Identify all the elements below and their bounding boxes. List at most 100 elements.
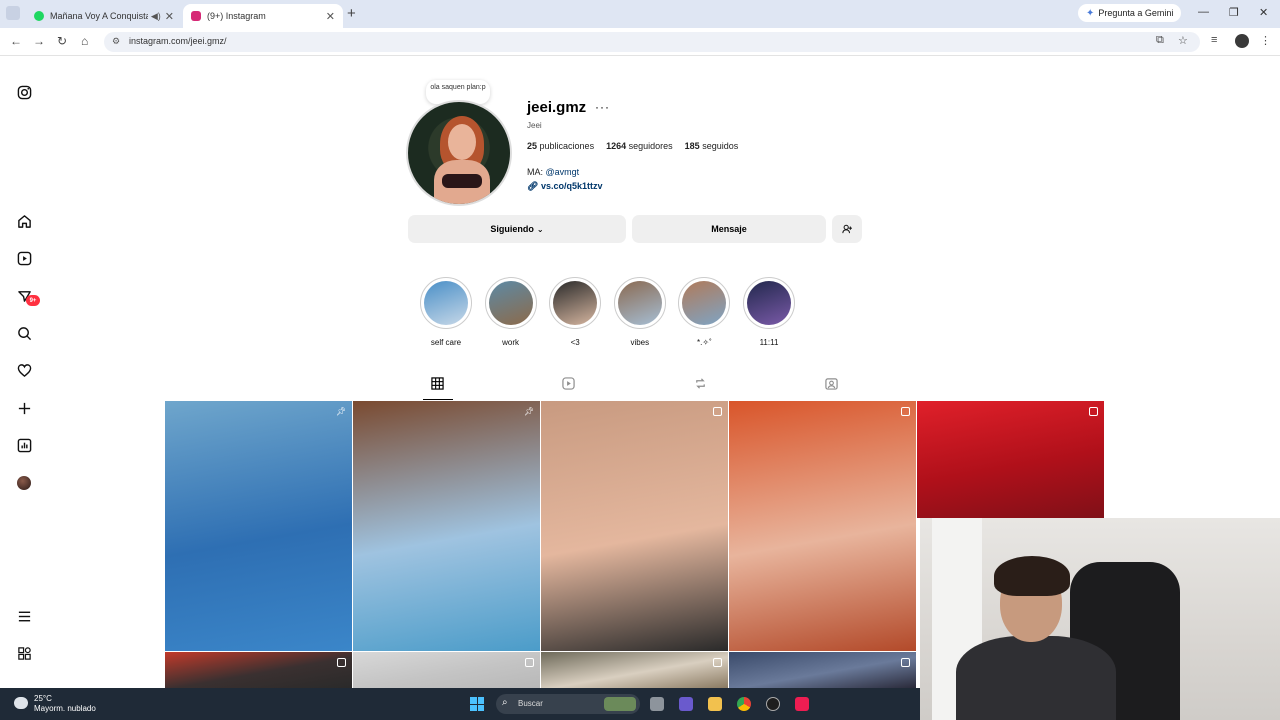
story-highlight[interactable]: 11:11 <box>743 277 795 347</box>
tiktok-icon[interactable] <box>795 697 809 711</box>
bio-mention-link[interactable]: @avmgt <box>546 167 580 177</box>
post-thumbnail[interactable]: 📌︎ <box>165 401 352 651</box>
profile-picture[interactable] <box>406 100 512 206</box>
story-highlight[interactable]: vibes <box>613 277 666 347</box>
close-window-icon[interactable]: ✕ <box>1259 6 1268 19</box>
search-icon[interactable] <box>16 325 32 341</box>
omnibox[interactable]: ⚙ instagram.com/jeei.gmz/ <box>104 32 1200 52</box>
gemini-button[interactable]: ✦ Pregunta a Gemini <box>1078 4 1182 22</box>
highlight-cover-image <box>617 281 662 325</box>
reels-icon[interactable] <box>16 250 32 266</box>
home-icon[interactable]: ⌂ <box>81 34 88 48</box>
browser-tab-instagram[interactable]: (9+) Instagram ✕ <box>183 4 343 28</box>
speaker-icon[interactable]: ◀) <box>151 11 161 22</box>
story-highlight[interactable]: self care <box>420 277 472 347</box>
new-tab-button[interactable]: + <box>347 5 356 22</box>
windows-taskbar: 25°C Mayorm. nublado ⌕ Buscar <box>0 688 920 720</box>
following-stat[interactable]: 185 seguidos <box>685 141 739 151</box>
site-info-icon[interactable]: ⚙ <box>112 36 120 47</box>
address-bar: ← → ↻ ⌂ ⚙ instagram.com/jeei.gmz/ ⧉ ☆ ≡ … <box>0 28 1280 56</box>
restore-icon[interactable]: ❐ <box>1229 6 1239 19</box>
minimize-icon[interactable]: — <box>1198 6 1209 18</box>
instagram-logo-icon[interactable] <box>16 84 32 100</box>
following-button[interactable]: Siguiendo ⌄ <box>408 215 626 243</box>
chevron-down-icon: ⌄ <box>536 224 544 234</box>
carousel-post-icon <box>337 658 346 667</box>
post-thumbnail[interactable] <box>541 401 728 651</box>
story-highlight[interactable]: work <box>484 277 537 347</box>
story-highlight[interactable]: <3 <box>549 277 602 347</box>
highlight-label: work <box>502 338 520 347</box>
post-thumbnail[interactable] <box>729 401 916 651</box>
suggested-people-button[interactable] <box>832 215 862 243</box>
highlight-label: *.✧˚ <box>697 338 712 347</box>
notifications-badge: 9+ <box>26 295 40 306</box>
tab-reposts-icon[interactable] <box>694 377 707 393</box>
tab-search-icon[interactable] <box>6 6 20 20</box>
post-thumbnail[interactable]: 📌︎ <box>353 401 540 651</box>
forward-icon[interactable]: → <box>33 34 45 48</box>
story-highlight[interactable]: *.✧˚ <box>678 277 731 347</box>
following-count: 185 <box>684 141 700 151</box>
profile-avatar[interactable] <box>17 476 31 490</box>
tab-title: Mañana Voy A Conquistarla <box>50 11 148 21</box>
carousel-post-icon <box>713 407 722 416</box>
highlight-ring <box>549 277 602 329</box>
post-thumbnail[interactable] <box>541 652 728 688</box>
post-thumbnail[interactable] <box>917 401 1104 518</box>
highlight-ring <box>678 277 731 329</box>
taskbar-search[interactable]: ⌕ Buscar <box>496 694 640 714</box>
browser-menu-icon[interactable]: ⋮ <box>1260 34 1271 47</box>
teams-icon[interactable] <box>679 697 693 711</box>
bookmark-star-icon[interactable]: ☆ <box>1178 34 1188 47</box>
weather-widget[interactable]: 25°C Mayorm. nublado <box>34 694 96 714</box>
browser-profile-avatar[interactable] <box>1235 34 1249 48</box>
tab-tagged-icon[interactable] <box>825 377 838 393</box>
chrome-icon[interactable] <box>737 697 751 711</box>
tab-title: (9+) Instagram <box>207 11 266 21</box>
weather-temperature: 25°C <box>34 694 52 703</box>
post-thumbnail[interactable] <box>165 652 352 688</box>
bio-external-link[interactable]: 🔗︎ vs.co/q5k1ttzv <box>527 181 602 192</box>
reload-icon[interactable]: ↻ <box>57 34 67 48</box>
followers-stat[interactable]: 1264 seguidores <box>606 141 673 151</box>
heart-icon[interactable] <box>16 362 32 378</box>
install-app-icon[interactable]: ⧉ <box>1156 34 1164 47</box>
close-tab-icon[interactable]: ✕ <box>326 10 335 23</box>
pinned-post-icon: 📌︎ <box>524 407 535 416</box>
highlight-ring <box>743 277 795 329</box>
highlight-ring <box>484 277 537 329</box>
create-plus-icon[interactable] <box>16 400 32 416</box>
following-button-label: Siguiendo <box>490 224 534 234</box>
windows-start-icon[interactable] <box>470 697 484 711</box>
highlight-label: <3 <box>570 338 580 347</box>
close-tab-icon[interactable]: ✕ <box>165 10 174 23</box>
message-button[interactable]: Mensaje <box>632 215 826 243</box>
extensions-icon[interactable]: ≡ <box>1211 34 1217 46</box>
tab-posts-grid-icon[interactable] <box>431 377 444 393</box>
profile-picture-face <box>448 124 476 160</box>
post-thumbnail[interactable] <box>729 652 916 688</box>
browser-tab-music[interactable]: Mañana Voy A Conquistarla ◀) ✕ <box>26 4 182 28</box>
options-more-icon[interactable]: ··· <box>595 100 610 114</box>
following-label: seguidos <box>702 141 739 151</box>
post-thumbnail[interactable] <box>353 652 540 688</box>
menu-hamburger-icon[interactable] <box>16 608 32 624</box>
obs-icon[interactable] <box>766 697 780 711</box>
meta-apps-icon[interactable] <box>16 645 32 661</box>
url-text[interactable]: instagram.com/jeei.gmz/ <box>129 36 227 46</box>
highlight-cover-image <box>747 281 791 325</box>
carousel-post-icon <box>525 658 534 667</box>
file-explorer-icon[interactable] <box>708 697 722 711</box>
search-icon: ⌕ <box>502 697 508 708</box>
carousel-post-icon <box>1089 407 1098 416</box>
tab-reels-icon[interactable] <box>562 377 575 393</box>
profile-bio: MA: @avmgt <box>527 167 579 177</box>
webcam-person-hair <box>994 556 1070 596</box>
home-icon[interactable] <box>16 213 32 229</box>
task-view-icon[interactable] <box>650 697 664 711</box>
cloud-icon[interactable] <box>14 697 28 709</box>
back-icon[interactable]: ← <box>10 34 22 48</box>
dashboard-chart-icon[interactable] <box>16 437 32 453</box>
bio-link-text[interactable]: vs.co/q5k1ttzv <box>541 181 603 191</box>
